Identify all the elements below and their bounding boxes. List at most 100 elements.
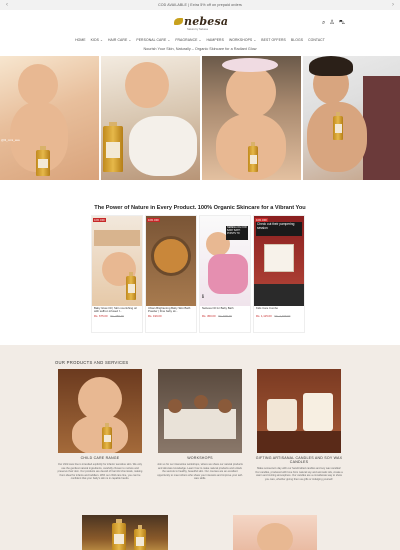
nav-hair-care[interactable]: HAIR CARE ⌄ (108, 38, 131, 46)
site-header: nebesa Nature by Nebesa ⌕ ♙ ⛍ (0, 10, 400, 36)
product-carousel: 10% OFF Baby Glow Oil | Skin nourishing … (91, 215, 305, 333)
service-card-workshops[interactable]: WORKSHOPS Join us for our interactive wo… (156, 369, 244, 481)
service-image-lower-2[interactable] (233, 515, 317, 550)
nav-kids[interactable]: KIDS ⌄ (91, 38, 103, 46)
product-price: Rs. 675.00 Rs. 750.00 (92, 314, 142, 318)
person-figure (194, 395, 208, 409)
sale-price: Rs. 450.00 (202, 314, 216, 318)
nav-hampers[interactable]: HAMPERS (207, 38, 224, 46)
mission-heading: The Power of Nature in Every Product. 10… (94, 205, 306, 211)
announcement-text: COD AVAILABLE | Extra 5% off on prepaid … (158, 3, 242, 7)
nav-home[interactable]: HOME (75, 38, 86, 46)
announcement-bar: ‹ COD AVAILABLE | Extra 5% off on prepai… (0, 0, 400, 10)
original-price: Rs. 500.00 (218, 314, 232, 318)
announcement-next-icon[interactable]: › (392, 0, 394, 10)
hero-gallery: @lil_mini_asa (0, 56, 400, 180)
baby-outfit (208, 254, 248, 294)
nav-best-offers[interactable]: BEST OFFERS (261, 38, 286, 46)
search-icon[interactable]: ⌕ (322, 20, 325, 26)
product-card[interactable]: 10% OFF Ubtan Brightening Baby Skin Bath… (145, 215, 197, 333)
service-image[interactable] (257, 369, 341, 453)
tray-shape (257, 431, 341, 453)
header-icons: ⌕ ♙ ⛍ (322, 20, 345, 26)
nav-workshops[interactable]: WORKSHOPS ⌄ (229, 38, 256, 46)
oil-bottle-image (112, 519, 126, 550)
product-image[interactable]: Check out their pampering session 10% OF… (254, 216, 304, 306)
oil-bottle-image (126, 272, 136, 300)
discount-badge: 10% OFF (93, 218, 107, 222)
service-description: Join us for our interactive workshops, w… (157, 463, 243, 481)
product-card[interactable]: 10% OFF Baby Glow Oil | Skin nourishing … (91, 215, 143, 333)
product-title[interactable]: Kids Care Combo (254, 306, 304, 314)
candle-jar (303, 393, 333, 431)
service-image[interactable] (158, 369, 242, 453)
baby-figure (125, 62, 169, 108)
announcement-prev-icon[interactable]: ‹ (6, 0, 8, 10)
hand-shape (94, 230, 140, 246)
product-image[interactable]: 10% OFF (146, 216, 196, 306)
product-price: Rs. 199.00 (146, 314, 196, 318)
hero-image-1[interactable]: @lil_mini_asa (0, 56, 99, 180)
product-title[interactable]: Ubtan Brightening Baby Skin Bath Powder … (146, 306, 196, 314)
oil-bottle-image (248, 142, 258, 172)
powder-bowl (151, 236, 191, 276)
product-card[interactable]: NEBESA OIL FOR BABY BATH POINTS TO ℹ Neb… (199, 215, 251, 333)
baby-figure (226, 66, 276, 118)
video-overlay-text: Check out their pampering session (256, 222, 302, 236)
original-price: Rs. 750.00 (110, 314, 124, 318)
oil-bottle-image (103, 122, 123, 172)
service-card-candles[interactable]: GIFTING ARTISANAL CANDLES AND SOY WAX CA… (255, 369, 343, 481)
blanket-shape (129, 116, 197, 176)
brand-tagline: Nature by Nebesa (187, 28, 208, 31)
product-image[interactable]: NEBESA OIL FOR BABY BATH POINTS TO ℹ (200, 216, 250, 306)
product-title[interactable]: Nebesa Oil for Baby Bath (200, 306, 250, 314)
discount-badge: 10% OFF (255, 218, 269, 222)
hair-shape (309, 56, 353, 76)
hero-image-4[interactable] (303, 56, 400, 180)
service-image-lower-1[interactable] (82, 515, 168, 550)
headband-shape (222, 58, 278, 72)
person-figure (257, 523, 293, 550)
gift-box (264, 244, 294, 272)
person-figure (168, 399, 182, 413)
box-base (254, 284, 304, 306)
oil-bottle-image (134, 525, 146, 550)
brand-logo[interactable]: nebesa Nature by Nebesa (174, 15, 229, 31)
nav-fragrance[interactable]: FRAGRANCE ⌄ (175, 38, 201, 46)
sale-price: Rs. 199.00 (148, 314, 162, 318)
service-card-child-care[interactable]: CHILD CARE RANGE Our child care line is … (56, 369, 144, 481)
hero-image-2[interactable] (101, 56, 200, 180)
sale-price: Rs. 1,115.00 (256, 314, 272, 318)
person-figure (218, 399, 232, 413)
leaf-icon (174, 18, 183, 25)
brand-wordmark: nebesa (184, 15, 229, 28)
account-icon[interactable]: ♙ (329, 20, 334, 26)
nav-personal-care[interactable]: PERSONAL CARE ⌄ (136, 38, 170, 46)
instagram-handle: @lil_mini_asa (1, 138, 20, 142)
product-card[interactable]: Check out their pampering session 10% OF… (253, 215, 305, 333)
nav-blogs[interactable]: BLOGS (291, 38, 303, 46)
table-shape (164, 409, 236, 439)
candle-jar (267, 399, 297, 431)
hero-image-3[interactable] (202, 56, 301, 180)
discount-badge: 10% OFF (147, 218, 161, 222)
oil-bottle-image (36, 146, 50, 176)
service-image[interactable] (58, 369, 142, 453)
service-description: Make someone's day with our handcrafted … (255, 467, 343, 481)
sale-price: Rs. 675.00 (94, 314, 108, 318)
services-section: OUR PRODUCTS AND SERVICES CHILD CARE RAN… (0, 345, 400, 550)
sub-tagline: Nourish Your Skin, Naturally – Organic S… (143, 47, 257, 51)
cart-icon[interactable]: ⛍ (339, 20, 345, 26)
main-nav: HOME KIDS ⌄ HAIR CARE ⌄ PERSONAL CARE ⌄ … (0, 38, 400, 46)
oil-bottle-image (102, 423, 112, 449)
nav-contact[interactable]: CONTACT (308, 38, 325, 46)
product-title[interactable]: Baby Glow Oil | Skin nourishing oil with… (92, 306, 142, 314)
baby-body (72, 415, 128, 453)
info-icon[interactable]: ℹ (202, 294, 204, 300)
product-image[interactable]: 10% OFF (92, 216, 142, 306)
mother-figure (363, 76, 400, 180)
service-title: CHILD CARE RANGE (80, 456, 120, 460)
original-price: Rs. 1,239.00 (274, 314, 291, 318)
service-description: Our child care line is intended explicit… (57, 463, 143, 481)
service-title: GIFTING ARTISANAL CANDLES AND SOY WAX CA… (255, 456, 343, 464)
